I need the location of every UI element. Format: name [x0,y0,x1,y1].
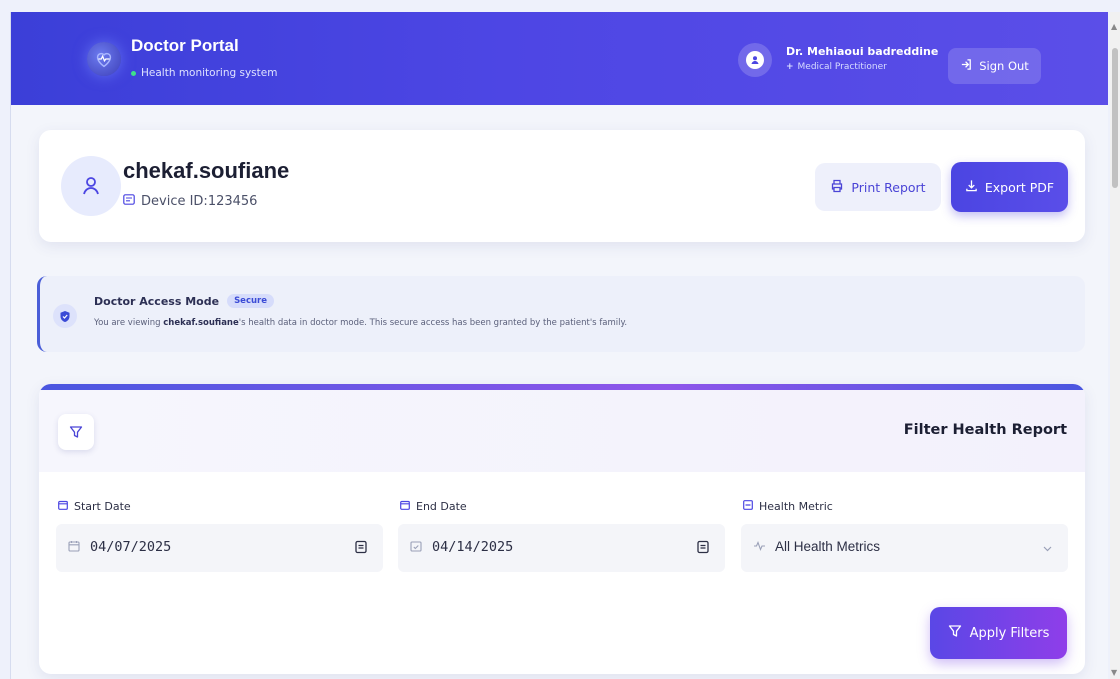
activity-icon [753,540,766,556]
patient-name: chekaf.soufiane [123,158,290,183]
calendar-picker-icon[interactable] [697,540,709,558]
access-text-prefix: You are viewing [94,318,164,328]
end-date-input[interactable]: 04/14/2025 [398,524,725,572]
calendar-check-icon [410,540,422,556]
brand-subtitle: Health monitoring system [131,67,277,79]
start-date-label: Start Date [58,500,131,513]
filter-icon[interactable] [58,414,94,450]
health-metric-value: All Health Metrics [775,539,881,554]
top-header: Doctor Portal Health monitoring system D… [11,12,1108,105]
health-metric-label-text: Health Metric [759,500,833,513]
start-date-input[interactable]: 04/07/2025 [56,524,383,572]
calendar-icon [58,500,68,513]
sign-out-label: Sign Out [979,59,1029,73]
plus-icon: + [786,62,794,72]
start-date-label-text: Start Date [74,500,131,513]
filter-card: Filter Health Report Start Date 04/07/20… [39,384,1085,674]
scroll-down-icon[interactable]: ▼ [1111,668,1117,677]
doctor-access-banner: Doctor Access Mode Secure You are viewin… [37,276,1085,352]
scroll-thumb[interactable] [1112,48,1118,188]
access-title-text: Doctor Access Mode [94,294,220,308]
access-patient-name: chekaf.soufiane [163,318,239,328]
id-card-icon [123,194,135,209]
print-report-button[interactable]: Print Report [815,163,941,211]
chevron-down-icon [1043,540,1052,556]
end-date-label-text: End Date [416,500,467,513]
status-dot [131,70,136,76]
secure-badge: Secure [227,294,274,308]
access-title: Doctor Access Mode Secure [94,294,274,308]
device-id-text: Device ID:123456 [141,194,258,209]
health-metric-label: Health Metric [743,500,833,513]
heart-logo-icon [87,42,121,76]
export-pdf-button[interactable]: Export PDF [951,162,1068,212]
calendar-icon [400,500,410,513]
download-icon [965,179,978,195]
calendar-icon [68,540,80,556]
health-metric-select[interactable]: All Health Metrics [741,524,1068,572]
export-pdf-label: Export PDF [984,179,1055,195]
doctor-role: + Medical Practitioner [786,62,887,72]
app-window: Doctor Portal Health monitoring system D… [10,12,1108,679]
sign-out-button[interactable]: Sign Out [948,48,1041,84]
calendar-picker-icon[interactable] [355,540,367,558]
checkbox-icon [743,500,753,513]
access-text-suffix: 's health data in doctor mode. This secu… [238,318,628,328]
printer-icon [830,179,844,196]
user-circle-icon[interactable] [738,43,772,77]
doctor-name: Dr. Mehiaoui badreddine [786,45,939,58]
print-report-label: Print Report [851,179,926,195]
apply-filters-button[interactable]: Apply Filters [930,607,1067,659]
scroll-up-icon[interactable]: ▲ [1111,22,1117,31]
end-date-value: 04/14/2025 [432,539,514,555]
sign-out-icon [960,58,973,74]
apply-filters-label: Apply Filters [969,625,1050,641]
page-scrollbar[interactable]: ▲ ▼ [1110,12,1120,679]
filter-icon [948,624,962,642]
access-description: You are viewing chekaf.soufiane's health… [94,318,627,328]
end-date-label: End Date [400,500,467,513]
patient-card: chekaf.soufiane Device ID:123456 Print R… [39,130,1085,242]
doctor-role-text: Medical Practitioner [797,62,887,72]
filter-title: Filter Health Report [903,422,1067,438]
device-id: Device ID:123456 [123,194,257,209]
shield-icon [53,304,77,328]
start-date-value: 04/07/2025 [90,539,172,555]
user-icon [61,156,121,216]
filter-header: Filter Health Report [39,390,1085,472]
brand-subtitle-text: Health monitoring system [141,67,278,79]
brand-title: Doctor Portal [131,36,239,55]
